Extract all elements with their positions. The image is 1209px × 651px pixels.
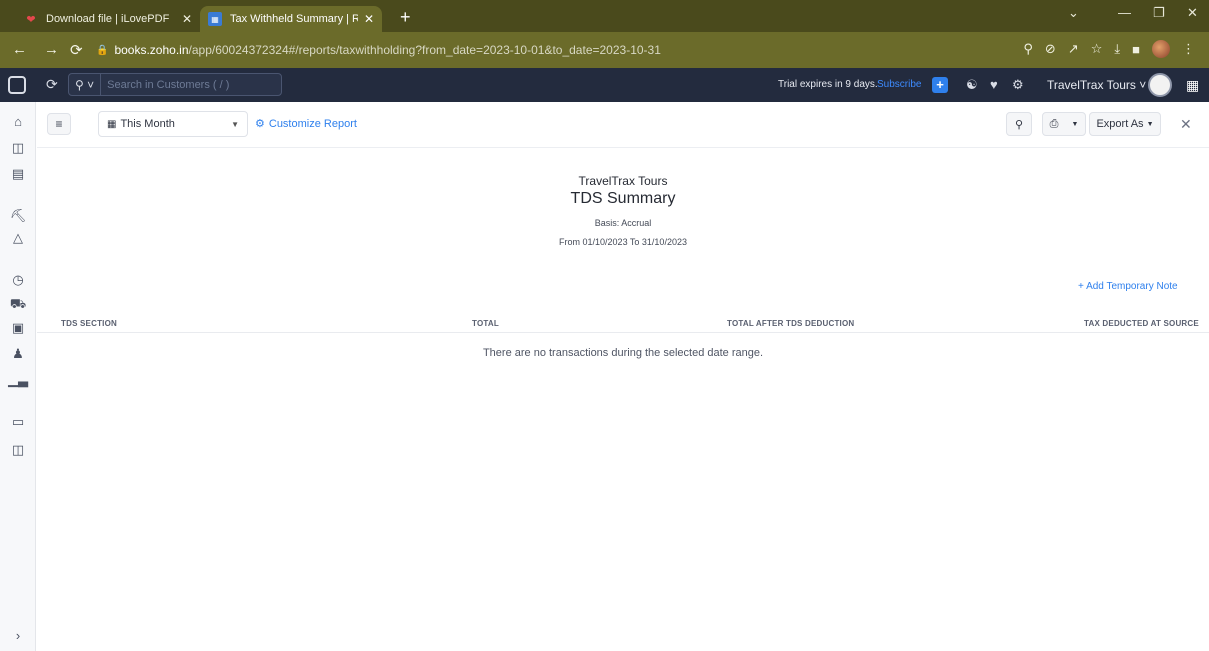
column-header-total[interactable]: TOTAL [472, 319, 499, 328]
period-select[interactable]: ▦ This Month ▼ [98, 111, 248, 137]
column-header-tds-section[interactable]: TDS SECTION [61, 319, 117, 328]
print-button[interactable]: ⎙ ▼ [1042, 112, 1086, 136]
subscribe-link[interactable]: Subscribe [877, 79, 921, 90]
report-menu-button[interactable]: ≡ [47, 113, 71, 135]
recent-history-icon[interactable]: ⟳ [46, 76, 58, 93]
gear-icon[interactable]: ⚙ [1012, 77, 1024, 93]
user-avatar[interactable] [1148, 73, 1172, 97]
browser-tab-strip: ❤ Download file | iLovePDF ✕ ▦ Tax Withh… [0, 0, 1209, 32]
zoho-books-icon: ▦ [208, 12, 222, 26]
apps-icon[interactable]: ◫ [0, 442, 36, 458]
app-top-bar: ⟳ ⚲ ˅ Search in Customers ( / ) Trial ex… [0, 68, 1209, 102]
ewaybill-truck-icon[interactable]: ⛟ [0, 296, 36, 314]
zoom-icon[interactable]: ⚲ [1023, 41, 1033, 57]
url-field[interactable]: 🔒 books.zoho.in/app/60024372324#/reports… [96, 37, 1136, 63]
gear-icon: ⚙ [255, 118, 265, 130]
report-body: TravelTrax Tours TDS Summary Basis: Accr… [37, 148, 1209, 651]
zoho-books-logo-icon[interactable] [8, 76, 26, 94]
browser-tab-tax-withheld[interactable]: ▦ Tax Withheld Summary | Reports ✕ [200, 6, 382, 32]
global-search[interactable]: ⚲ ˅ Search in Customers ( / ) [68, 73, 282, 96]
expand-sidebar-icon[interactable]: › [0, 628, 36, 643]
report-date-range: From 01/10/2023 To 31/10/2023 [559, 237, 687, 247]
url-host: books.zoho.in [114, 43, 189, 57]
tab-title: Tax Withheld Summary | Reports [230, 13, 358, 25]
search-input[interactable]: Search in Customers ( / ) [101, 79, 229, 91]
customize-label: Customize Report [268, 117, 357, 130]
organization-switcher[interactable]: TravelTrax Tours ˅ [1047, 78, 1146, 92]
browser-menu-icon[interactable]: ⋮ [1182, 41, 1195, 57]
share-icon: ⚲ [1014, 118, 1024, 131]
report-organization: TravelTrax Tours [578, 174, 668, 188]
tab-title: Download file | iLovePDF [46, 13, 170, 25]
report-table-header: TDS SECTION TOTAL TOTAL AFTER TDS DEDUCT… [37, 314, 1209, 333]
heart-icon: ❤ [26, 13, 36, 26]
share-report-button[interactable]: ⚲ [1006, 112, 1032, 136]
browser-action-icons: ⚲ ⊘ ↗ ☆ ⤓ ■ ⋮ [1023, 40, 1195, 58]
report-toolbar: ≡ ▦ This Month ▼ ⚙ Customize Report ⚲ ⎙ … [37, 102, 1209, 148]
tab-search-icon[interactable]: ⌄ [1068, 5, 1079, 21]
trial-text: Trial expires in 9 days. [778, 79, 878, 90]
left-nav-rail: ⌂ ◫ ▤ ⛏ △ ◷ ⛟ ▣ ♟ ▁▃ ▭ ◫ › [0, 102, 36, 651]
chevron-down-icon: ▼ [1146, 120, 1154, 128]
time-tracking-icon[interactable]: ◷ [0, 272, 36, 288]
period-value: This Month [120, 118, 175, 130]
bell-icon[interactable]: ♥ [990, 77, 998, 92]
empty-state-message: There are no transactions during the sel… [482, 347, 764, 359]
restore-icon[interactable]: ❐ [1153, 5, 1165, 21]
minimize-icon[interactable]: — [1118, 5, 1131, 20]
gst-filing-icon[interactable]: ▣ [0, 320, 36, 336]
users-icon[interactable]: ☯ [966, 77, 978, 93]
close-window-icon[interactable]: ✕ [1187, 5, 1198, 21]
purchases-bag-icon[interactable]: △ [0, 230, 36, 246]
side-panel-icon[interactable]: ■ [1132, 42, 1140, 57]
calendar-icon: ▦ [107, 118, 117, 130]
close-tab-icon[interactable]: ✕ [182, 12, 192, 26]
export-label: Export As [1096, 118, 1144, 130]
lock-icon: 🔒 [96, 44, 109, 56]
back-icon[interactable]: ← [12, 41, 27, 58]
report-title: TDS Summary [570, 190, 676, 207]
sales-cart-icon[interactable]: ⛏ [0, 208, 36, 224]
banking-icon[interactable]: ▤ [0, 166, 36, 182]
documents-icon[interactable]: ▭ [0, 414, 36, 430]
chevron-down-icon: ▼ [231, 119, 239, 129]
profile-avatar[interactable] [1152, 40, 1170, 58]
download-icon[interactable]: ⤓ [1114, 41, 1120, 57]
browser-tab-ilovepdf[interactable]: ❤ Download file | iLovePDF ✕ [16, 6, 200, 32]
org-name: TravelTrax Tours [1047, 78, 1136, 92]
printer-icon: ⎙ [1049, 117, 1059, 130]
accountant-icon[interactable]: ♟ [0, 346, 36, 362]
customize-report-link[interactable]: ⚙ Customize Report [255, 117, 357, 131]
new-tab-icon[interactable]: + [400, 6, 411, 28]
tracking-icon[interactable]: ⊘ [1045, 41, 1056, 57]
forward-icon[interactable]: → [44, 41, 59, 58]
add-temporary-note-link[interactable]: + Add Temporary Note [1078, 281, 1178, 292]
export-as-button[interactable]: Export As ▼ [1089, 112, 1161, 136]
items-icon[interactable]: ◫ [0, 140, 36, 156]
close-tab-icon[interactable]: ✕ [364, 12, 374, 26]
share-icon[interactable]: ↗ [1068, 41, 1079, 57]
url-path: /app/60024372324#/reports/taxwithholding… [188, 43, 661, 57]
quick-create-button[interactable]: + [932, 77, 948, 93]
chevron-down-icon: ▼ [1071, 120, 1079, 128]
home-icon[interactable]: ⌂ [0, 114, 36, 129]
column-header-total-after-tds[interactable]: TOTAL AFTER TDS DEDUCTION [727, 319, 854, 328]
search-icon[interactable]: ⚲ ˅ [69, 74, 102, 95]
bookmark-star-icon[interactable]: ☆ [1091, 41, 1103, 57]
close-report-icon[interactable]: ✕ [1180, 116, 1192, 133]
reload-icon[interactable]: ⟳ [70, 41, 83, 59]
column-header-tax-deducted[interactable]: TAX DEDUCTED AT SOURCE [1084, 319, 1199, 328]
reports-chart-icon[interactable]: ▁▃ [0, 372, 36, 388]
report-basis: Basis: Accrual [594, 218, 652, 228]
browser-address-bar: ← → ⟳ 🔒 books.zoho.in/app/60024372324#/r… [0, 32, 1209, 68]
apps-grid-icon[interactable]: ▦ [1186, 77, 1199, 94]
